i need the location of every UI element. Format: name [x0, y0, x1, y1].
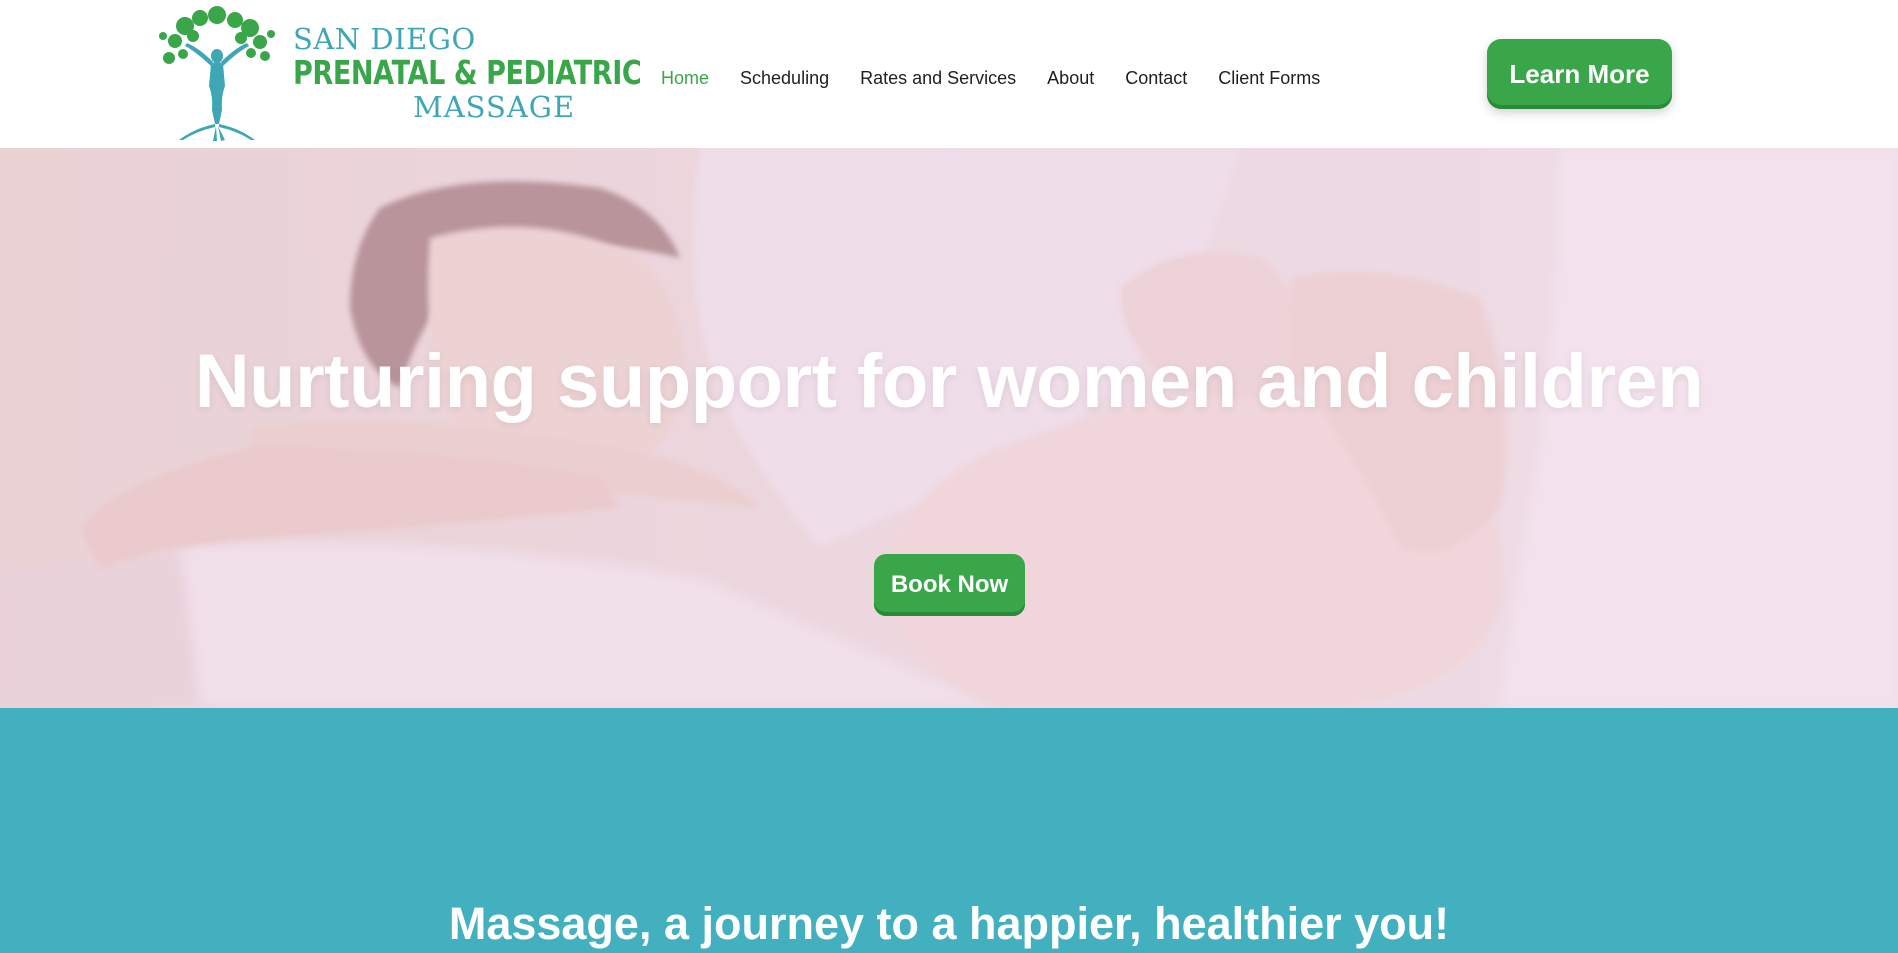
hero-section: Nurturing support for women and children… [0, 148, 1898, 708]
logo-line-3: MASSAGE [413, 90, 576, 124]
learn-more-button[interactable]: Learn More [1487, 39, 1672, 109]
nav-item-scheduling[interactable]: Scheduling [740, 68, 829, 89]
tree-woman-icon [159, 6, 275, 141]
nav-item-about[interactable]: About [1047, 68, 1094, 89]
logo-line-2: PRENATAL & PEDIATRIC [293, 53, 642, 92]
intro-section: Massage, a journey to a happier, healthi… [0, 708, 1898, 953]
site-header: SAN DIEGO PRENATAL & PEDIATRIC MASSAGE H… [0, 0, 1898, 148]
nav-item-contact[interactable]: Contact [1125, 68, 1187, 89]
logo-text: SAN DIEGO PRENATAL & PEDIATRIC MASSAGE [293, 22, 642, 124]
nav-item-client-forms[interactable]: Client Forms [1218, 68, 1320, 89]
logo-line-1: SAN DIEGO [293, 22, 476, 56]
hero-overlay [0, 148, 1898, 708]
book-now-button[interactable]: Book Now [874, 554, 1025, 616]
main-nav: Home Scheduling Rates and Services About… [661, 68, 1351, 89]
site-logo[interactable]: SAN DIEGO PRENATAL & PEDIATRIC MASSAGE [155, 6, 642, 142]
nav-item-home[interactable]: Home [661, 68, 709, 89]
nav-item-rates-and-services[interactable]: Rates and Services [860, 68, 1016, 89]
hero-title: Nurturing support for women and children [194, 339, 1704, 424]
intro-heading: Massage, a journey to a happier, healthi… [448, 898, 1450, 949]
